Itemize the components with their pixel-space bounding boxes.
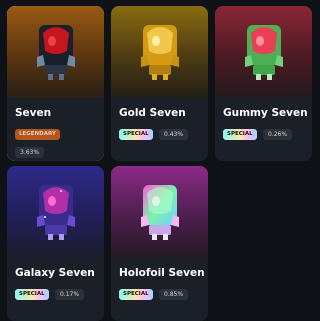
card-gummy-seven[interactable]: Gummy Seven SPECIAL 0.26% [215, 6, 312, 161]
drop-rate-badge: 3.63% [15, 147, 45, 158]
card-info: Gummy Seven SPECIAL 0.26% [215, 98, 312, 161]
card-art-holofoil-seven [111, 166, 208, 258]
special-badge: SPECIAL [119, 289, 153, 300]
robot-head-icon [140, 25, 179, 80]
card-info: Holofoil Seven SPECIAL 0.85% [111, 258, 208, 321]
robot-head-icon [140, 185, 179, 240]
robot-head-icon [36, 185, 75, 240]
robot-head-icon [36, 25, 75, 80]
card-info: Seven LEGENDARY 3.63% [7, 98, 104, 161]
card-title: Holofoil Seven [119, 267, 205, 279]
card-title: Galaxy Seven [15, 267, 95, 279]
drop-rate-badge: 0.85% [159, 289, 189, 300]
robot-head-icon [244, 25, 283, 80]
card-gold-seven[interactable]: Gold Seven SPECIAL 0.43% [111, 6, 208, 161]
card-galaxy-seven[interactable]: Galaxy Seven SPECIAL 0.17% [7, 166, 104, 321]
card-title: Gummy Seven [223, 107, 308, 119]
drop-rate-badge: 0.43% [159, 129, 189, 140]
card-info: Galaxy Seven SPECIAL 0.17% [7, 258, 104, 321]
card-art-gold-seven [111, 6, 208, 98]
drop-rate-badge: 0.17% [55, 289, 85, 300]
legendary-badge: LEGENDARY [15, 129, 60, 140]
card-title: Gold Seven [119, 107, 186, 119]
special-badge: SPECIAL [15, 289, 49, 300]
drop-rate-badge: 0.26% [263, 129, 293, 140]
card-title: Seven [15, 107, 52, 119]
card-seven[interactable]: Seven LEGENDARY 3.63% [7, 6, 104, 161]
card-holofoil-seven[interactable]: Holofoil Seven SPECIAL 0.85% [111, 166, 208, 321]
card-art-gummy-seven [215, 6, 312, 98]
special-badge: SPECIAL [223, 129, 257, 140]
special-badge: SPECIAL [119, 129, 153, 140]
card-art-seven [7, 6, 104, 98]
card-info: Gold Seven SPECIAL 0.43% [111, 98, 208, 161]
card-art-galaxy-seven [7, 166, 104, 258]
